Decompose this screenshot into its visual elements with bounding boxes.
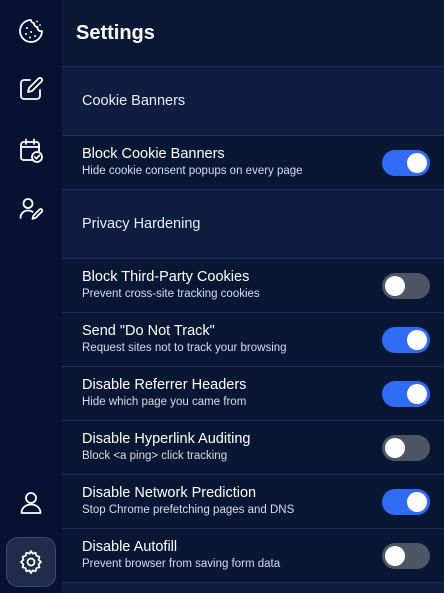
setting-row-disable-hyperlink-auditing: Disable Hyperlink Auditing Block <a ping…	[62, 421, 444, 475]
gear-icon	[20, 550, 42, 574]
disable-network-prediction-toggle[interactable]	[382, 488, 430, 515]
app-window: Settings Cookie Banners Block Cookie Ban…	[0, 0, 444, 593]
setting-description: Block <a ping> click tracking	[82, 450, 228, 462]
setting-description: Stop Chrome prefetching pages and DNS	[82, 504, 295, 516]
setting-title: Disable Referrer Headers	[82, 377, 247, 393]
sidebar-item-user-edit[interactable]	[6, 184, 56, 234]
toggle-knob	[407, 383, 427, 404]
cookie-icon	[19, 19, 43, 43]
sidebar	[0, 0, 62, 593]
setting-description: Hide which page you came from	[82, 396, 247, 408]
setting-row-disable-referrer-headers: Disable Referrer Headers Hide which page…	[62, 367, 444, 421]
send-do-not-track-toggle[interactable]	[382, 326, 430, 353]
toggle-knob	[385, 437, 405, 458]
edit-icon	[20, 77, 43, 100]
setting-title: Disable Autofill	[82, 539, 178, 555]
page-title: Settings	[76, 21, 155, 44]
setting-title: Disable Hyperlink Auditing	[82, 431, 251, 447]
sidebar-item-cookies[interactable]	[6, 6, 56, 56]
setting-row-disable-autofill: Disable Autofill Prevent browser from sa…	[62, 529, 444, 583]
disable-hyperlink-auditing-toggle[interactable]	[382, 434, 430, 461]
setting-title: Disable Network Prediction	[82, 485, 257, 501]
setting-title: Block Third-Party Cookies	[82, 269, 250, 285]
toggle-knob	[385, 545, 405, 566]
section-header-privacy-hardening: Privacy Hardening	[62, 190, 444, 259]
sidebar-item-schedule[interactable]	[6, 125, 56, 175]
block-cookie-banners-toggle[interactable]	[382, 149, 430, 176]
setting-title: Block Cookie Banners	[82, 146, 225, 162]
disable-referrer-headers-toggle[interactable]	[382, 380, 430, 407]
setting-description: Request sites not to track your browsing	[82, 342, 287, 354]
sidebar-item-profile[interactable]	[6, 478, 56, 528]
setting-description: Prevent cross-site tracking cookies	[82, 288, 260, 300]
calendar-check-icon	[20, 138, 43, 163]
disable-autofill-toggle[interactable]	[382, 542, 430, 569]
block-third-party-cookies-toggle[interactable]	[382, 272, 430, 299]
setting-row-block-third-party-cookies: Block Third-Party Cookies Prevent cross-…	[62, 259, 444, 313]
setting-row-send-do-not-track: Send "Do Not Track" Request sites not to…	[62, 313, 444, 367]
section-header-cookie-banners: Cookie Banners	[62, 67, 444, 136]
setting-description: Hide cookie consent popups on every page	[82, 165, 303, 177]
user-edit-icon	[19, 198, 44, 220]
sidebar-item-settings[interactable]	[6, 537, 56, 587]
page-header: Settings	[62, 0, 444, 67]
setting-row-block-cookie-banners: Block Cookie Banners Hide cookie consent…	[62, 136, 444, 190]
toggle-knob	[407, 329, 427, 350]
toggle-knob	[407, 152, 427, 173]
setting-row-disable-network-prediction: Disable Network Prediction Stop Chrome p…	[62, 475, 444, 529]
toggle-knob	[407, 491, 427, 512]
sidebar-item-editor[interactable]	[6, 64, 56, 114]
user-icon	[20, 492, 42, 514]
toggle-knob	[385, 275, 405, 296]
setting-description: Prevent browser from saving form data	[82, 558, 281, 570]
settings-panel: Settings Cookie Banners Block Cookie Ban…	[62, 0, 444, 593]
setting-title: Send "Do Not Track"	[82, 323, 215, 339]
